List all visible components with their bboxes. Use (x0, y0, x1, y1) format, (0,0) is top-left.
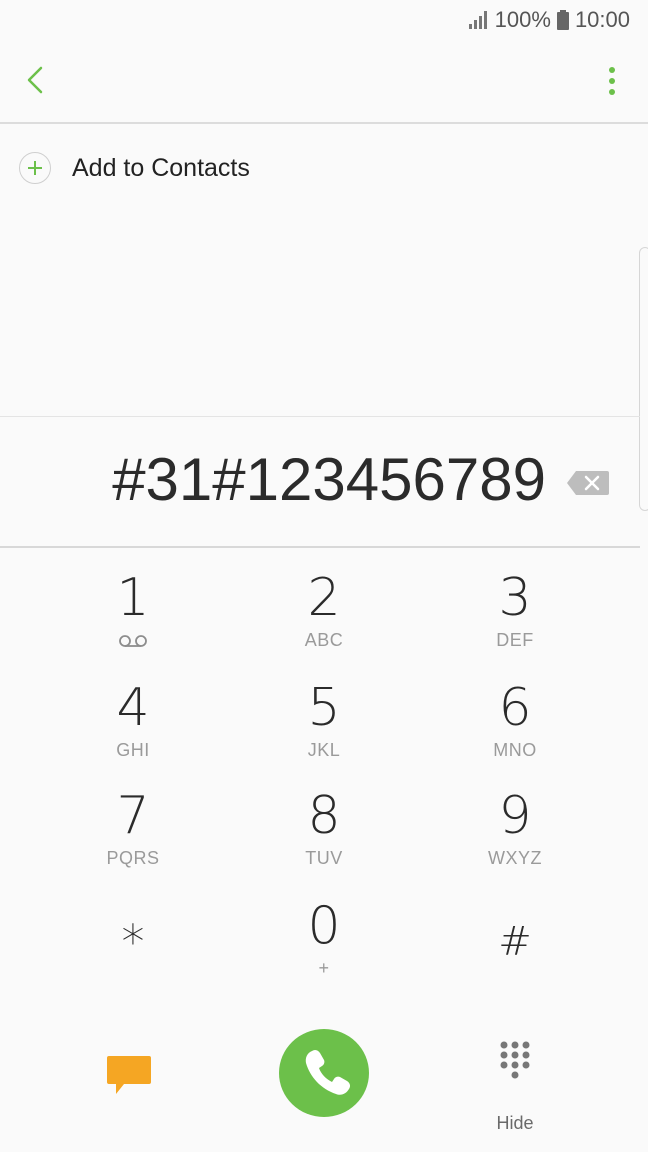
more-vert-icon (609, 67, 615, 95)
call-button[interactable] (279, 1029, 369, 1117)
message-button[interactable] (106, 1054, 162, 1104)
key-8[interactable]: 8 TUV (234, 788, 414, 892)
back-button[interactable] (16, 58, 60, 102)
number-display: #31#123456789 (0, 416, 640, 548)
key-5[interactable]: 5 JKL (234, 680, 414, 784)
voicemail-icon (119, 635, 147, 647)
key-hash[interactable]: # (425, 914, 605, 1018)
dialpad-icon (500, 1041, 530, 1079)
key-digit: 4 (116, 678, 150, 738)
toolbar (0, 40, 648, 124)
key-letters: MNO (493, 740, 537, 760)
key-0[interactable]: 0 + (234, 898, 414, 1002)
key-2[interactable]: 2 ABC (234, 570, 414, 674)
hide-keypad-button[interactable]: Hide (480, 1038, 550, 1138)
plus-icon (28, 161, 42, 175)
back-arrow-icon (27, 66, 43, 94)
edge-panel-handle[interactable] (639, 247, 648, 511)
battery-percent: 100% (494, 7, 551, 32)
backspace-icon (567, 471, 609, 495)
add-circle (19, 152, 51, 184)
key-letters: + (318, 958, 330, 978)
key-letters: DEF (496, 630, 534, 650)
key-1[interactable]: 1 (43, 570, 223, 674)
key-letters: TUV (305, 848, 343, 868)
key-6[interactable]: 6 MNO (425, 680, 605, 784)
key-letters: ABC (304, 630, 344, 650)
key-digit: 7 (116, 786, 150, 846)
key-digit: # (498, 919, 532, 965)
key-digit: 0 (307, 896, 341, 956)
key-letters: PQRS (106, 848, 160, 868)
message-icon (107, 1056, 151, 1094)
key-letters: JKL (307, 740, 341, 760)
more-options-button[interactable] (600, 58, 624, 104)
add-to-contacts-button[interactable]: Add to Contacts (0, 128, 648, 208)
signal-icon (468, 11, 487, 29)
key-digit: 2 (307, 568, 341, 628)
bottom-bar: Hide (0, 1020, 648, 1152)
backspace-button[interactable] (566, 470, 610, 496)
add-to-contacts-label: Add to Contacts (72, 153, 250, 182)
key-4[interactable]: 4 GHI (43, 680, 223, 784)
key-digit: * (121, 915, 145, 969)
hide-label: Hide (496, 1113, 534, 1133)
key-7[interactable]: 7 PQRS (43, 788, 223, 892)
key-digit: 9 (498, 786, 532, 846)
status-bar: 100% 10:00 (0, 0, 648, 40)
key-digit: 1 (116, 568, 150, 628)
key-digit: 8 (307, 786, 341, 846)
key-digit: 6 (498, 678, 532, 738)
clock: 10:00 (574, 7, 630, 32)
battery-icon (556, 10, 569, 30)
key-star[interactable]: * (43, 914, 223, 1018)
dialed-number[interactable]: #31#123456789 (112, 445, 546, 514)
key-9[interactable]: 9 WXYZ (425, 788, 605, 892)
key-letters: WXYZ (488, 848, 542, 868)
key-letters: GHI (116, 740, 150, 760)
key-3[interactable]: 3 DEF (425, 570, 605, 674)
phone-icon (305, 1049, 351, 1095)
key-digit: 5 (307, 678, 341, 738)
key-digit: 3 (498, 568, 532, 628)
